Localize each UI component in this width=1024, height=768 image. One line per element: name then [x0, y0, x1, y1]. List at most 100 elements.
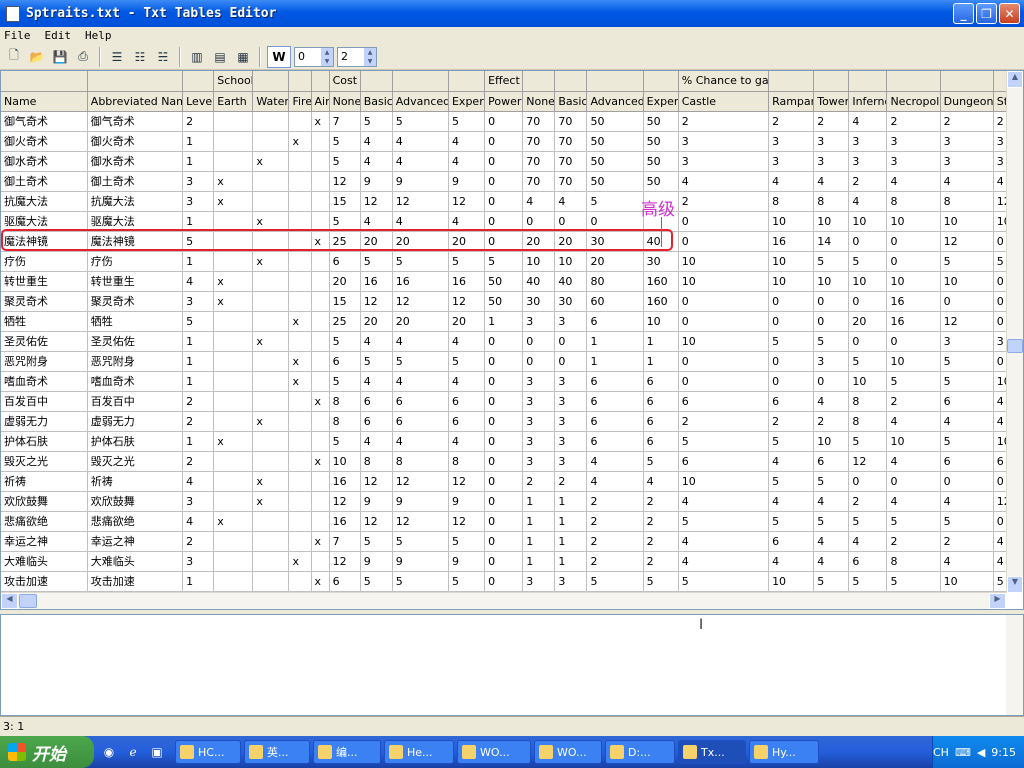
table-cell[interactable]: 12 [329, 491, 361, 512]
table-cell[interactable]: 8 [768, 191, 815, 212]
taskbar-button[interactable]: WO... [457, 740, 531, 764]
table-cell[interactable]: 160 [643, 291, 679, 312]
spin-input-1[interactable]: 0 ▲ ▼ [294, 46, 334, 67]
table-cell[interactable]: 5 [643, 451, 679, 472]
table-cell[interactable] [311, 491, 330, 512]
table-cell[interactable]: 5 [392, 111, 449, 132]
table-cell[interactable]: 5 [813, 511, 850, 532]
table-cell[interactable] [288, 231, 312, 252]
table-cell[interactable] [288, 511, 312, 532]
table-cell[interactable]: 抗魔大法 [1, 191, 88, 212]
table-cell[interactable]: 疗伤 [1, 251, 88, 272]
table-cell[interactable]: 4 [448, 151, 486, 172]
table-cell[interactable]: 6 [848, 551, 888, 572]
menu-help[interactable]: Help [85, 29, 112, 42]
table-cell[interactable]: 20 [448, 231, 486, 252]
table-cell[interactable]: 6 [586, 411, 644, 432]
table-cell[interactable]: 2 [586, 511, 644, 532]
table-cell[interactable]: 8 [448, 451, 486, 472]
table-cell[interactable]: 3 [813, 131, 850, 152]
table-cell[interactable] [252, 311, 290, 332]
table-row[interactable]: 抗魔大法抗魔大法3x15121212044528848812 [1, 191, 1008, 212]
table-cell[interactable] [288, 491, 312, 512]
table-cell[interactable]: 3 [993, 331, 1008, 352]
table-cell[interactable]: 12 [392, 291, 449, 312]
table-cell[interactable]: 0 [993, 231, 1008, 252]
table-cell[interactable]: 5 [360, 351, 393, 372]
table-cell[interactable] [213, 411, 254, 432]
table-cell[interactable]: 2 [182, 451, 215, 472]
table-cell[interactable]: 5 [392, 251, 449, 272]
table-cell[interactable]: x [252, 471, 290, 492]
scroll-left-icon[interactable]: ◀ [1, 593, 18, 609]
table-cell[interactable]: 3 [182, 191, 215, 212]
table-cell[interactable]: 5 [768, 431, 815, 452]
scroll-down-icon[interactable]: ▼ [1007, 576, 1023, 593]
table-cell[interactable]: 疗伤 [87, 251, 184, 272]
table-cell[interactable]: 御水奇术 [1, 151, 88, 172]
column-header[interactable]: Fire [288, 91, 312, 112]
table-cell[interactable]: 2 [993, 111, 1008, 132]
table-cell[interactable]: 0 [768, 311, 815, 332]
table-cell[interactable]: 5 [392, 351, 449, 372]
table-cell[interactable]: 4 [360, 371, 393, 392]
insert-row-icon[interactable]: ☰ [107, 47, 127, 67]
table-cell[interactable]: 0 [484, 571, 524, 592]
table-cell[interactable]: 5 [586, 191, 644, 212]
table-cell[interactable]: 4 [586, 451, 644, 472]
table-cell[interactable]: 0 [678, 371, 770, 392]
table-cell[interactable]: 10 [768, 251, 815, 272]
table-cell[interactable]: 70 [522, 171, 556, 192]
table-cell[interactable]: 4 [813, 491, 850, 512]
table-cell[interactable]: 10 [886, 431, 941, 452]
table-cell[interactable]: 0 [768, 351, 815, 372]
table-cell[interactable]: 10 [848, 211, 888, 232]
table-cell[interactable]: 9 [448, 171, 486, 192]
table-cell[interactable]: 0 [484, 211, 524, 232]
table-cell[interactable]: 6 [993, 451, 1008, 472]
table-cell[interactable]: 50 [586, 131, 644, 152]
table-cell[interactable] [213, 331, 254, 352]
table-cell[interactable]: 5 [448, 531, 486, 552]
table-cell[interactable]: 6 [586, 391, 644, 412]
column-header[interactable]: Rampart [768, 91, 815, 112]
table-cell[interactable]: 5 [392, 531, 449, 552]
table-cell[interactable] [311, 511, 330, 532]
table-cell[interactable]: 5 [768, 511, 815, 532]
table-cell[interactable]: 12 [360, 471, 393, 492]
table-cell[interactable]: 1 [182, 371, 215, 392]
table-cell[interactable]: 圣灵佑佐 [87, 331, 184, 352]
table-cell[interactable]: 0 [678, 211, 770, 232]
table-cell[interactable]: x [252, 331, 290, 352]
table-cell[interactable]: 4 [182, 471, 215, 492]
table-cell[interactable]: x [288, 551, 312, 572]
table-cell[interactable]: 12 [360, 291, 393, 312]
table-cell[interactable]: 3 [993, 131, 1008, 152]
scroll-up-icon[interactable]: ▲ [1007, 71, 1023, 88]
table-cell[interactable]: 8 [886, 191, 941, 212]
table-cell[interactable]: 悲痛欲绝 [87, 511, 184, 532]
table-cell[interactable]: 5 [940, 351, 994, 372]
table-cell[interactable]: 4 [848, 531, 888, 552]
table-cell[interactable]: 4 [678, 531, 770, 552]
table-cell[interactable]: x [288, 351, 312, 372]
table-cell[interactable]: 5 [678, 431, 770, 452]
table-cell[interactable]: 9 [448, 551, 486, 572]
table-cell[interactable]: 0 [940, 291, 994, 312]
table-cell[interactable] [311, 271, 330, 292]
table-cell[interactable]: 幸运之神 [87, 531, 184, 552]
table-cell[interactable] [311, 131, 330, 152]
table-cell[interactable]: 50 [586, 111, 644, 132]
table-cell[interactable]: 4 [993, 391, 1008, 412]
table-cell[interactable]: 10 [678, 471, 770, 492]
table-cell[interactable]: 10 [678, 271, 770, 292]
table-cell[interactable]: 虚弱无力 [1, 411, 88, 432]
table-cell[interactable]: 3 [522, 311, 556, 332]
table-cell[interactable]: 5 [940, 251, 994, 272]
table-cell[interactable]: 5 [993, 251, 1008, 272]
table-cell[interactable]: 5 [182, 231, 215, 252]
table-cell[interactable]: 50 [586, 171, 644, 192]
table-cell[interactable]: 0 [813, 291, 850, 312]
table-cell[interactable]: 6 [940, 451, 994, 472]
table-cell[interactable]: 16 [329, 511, 361, 532]
